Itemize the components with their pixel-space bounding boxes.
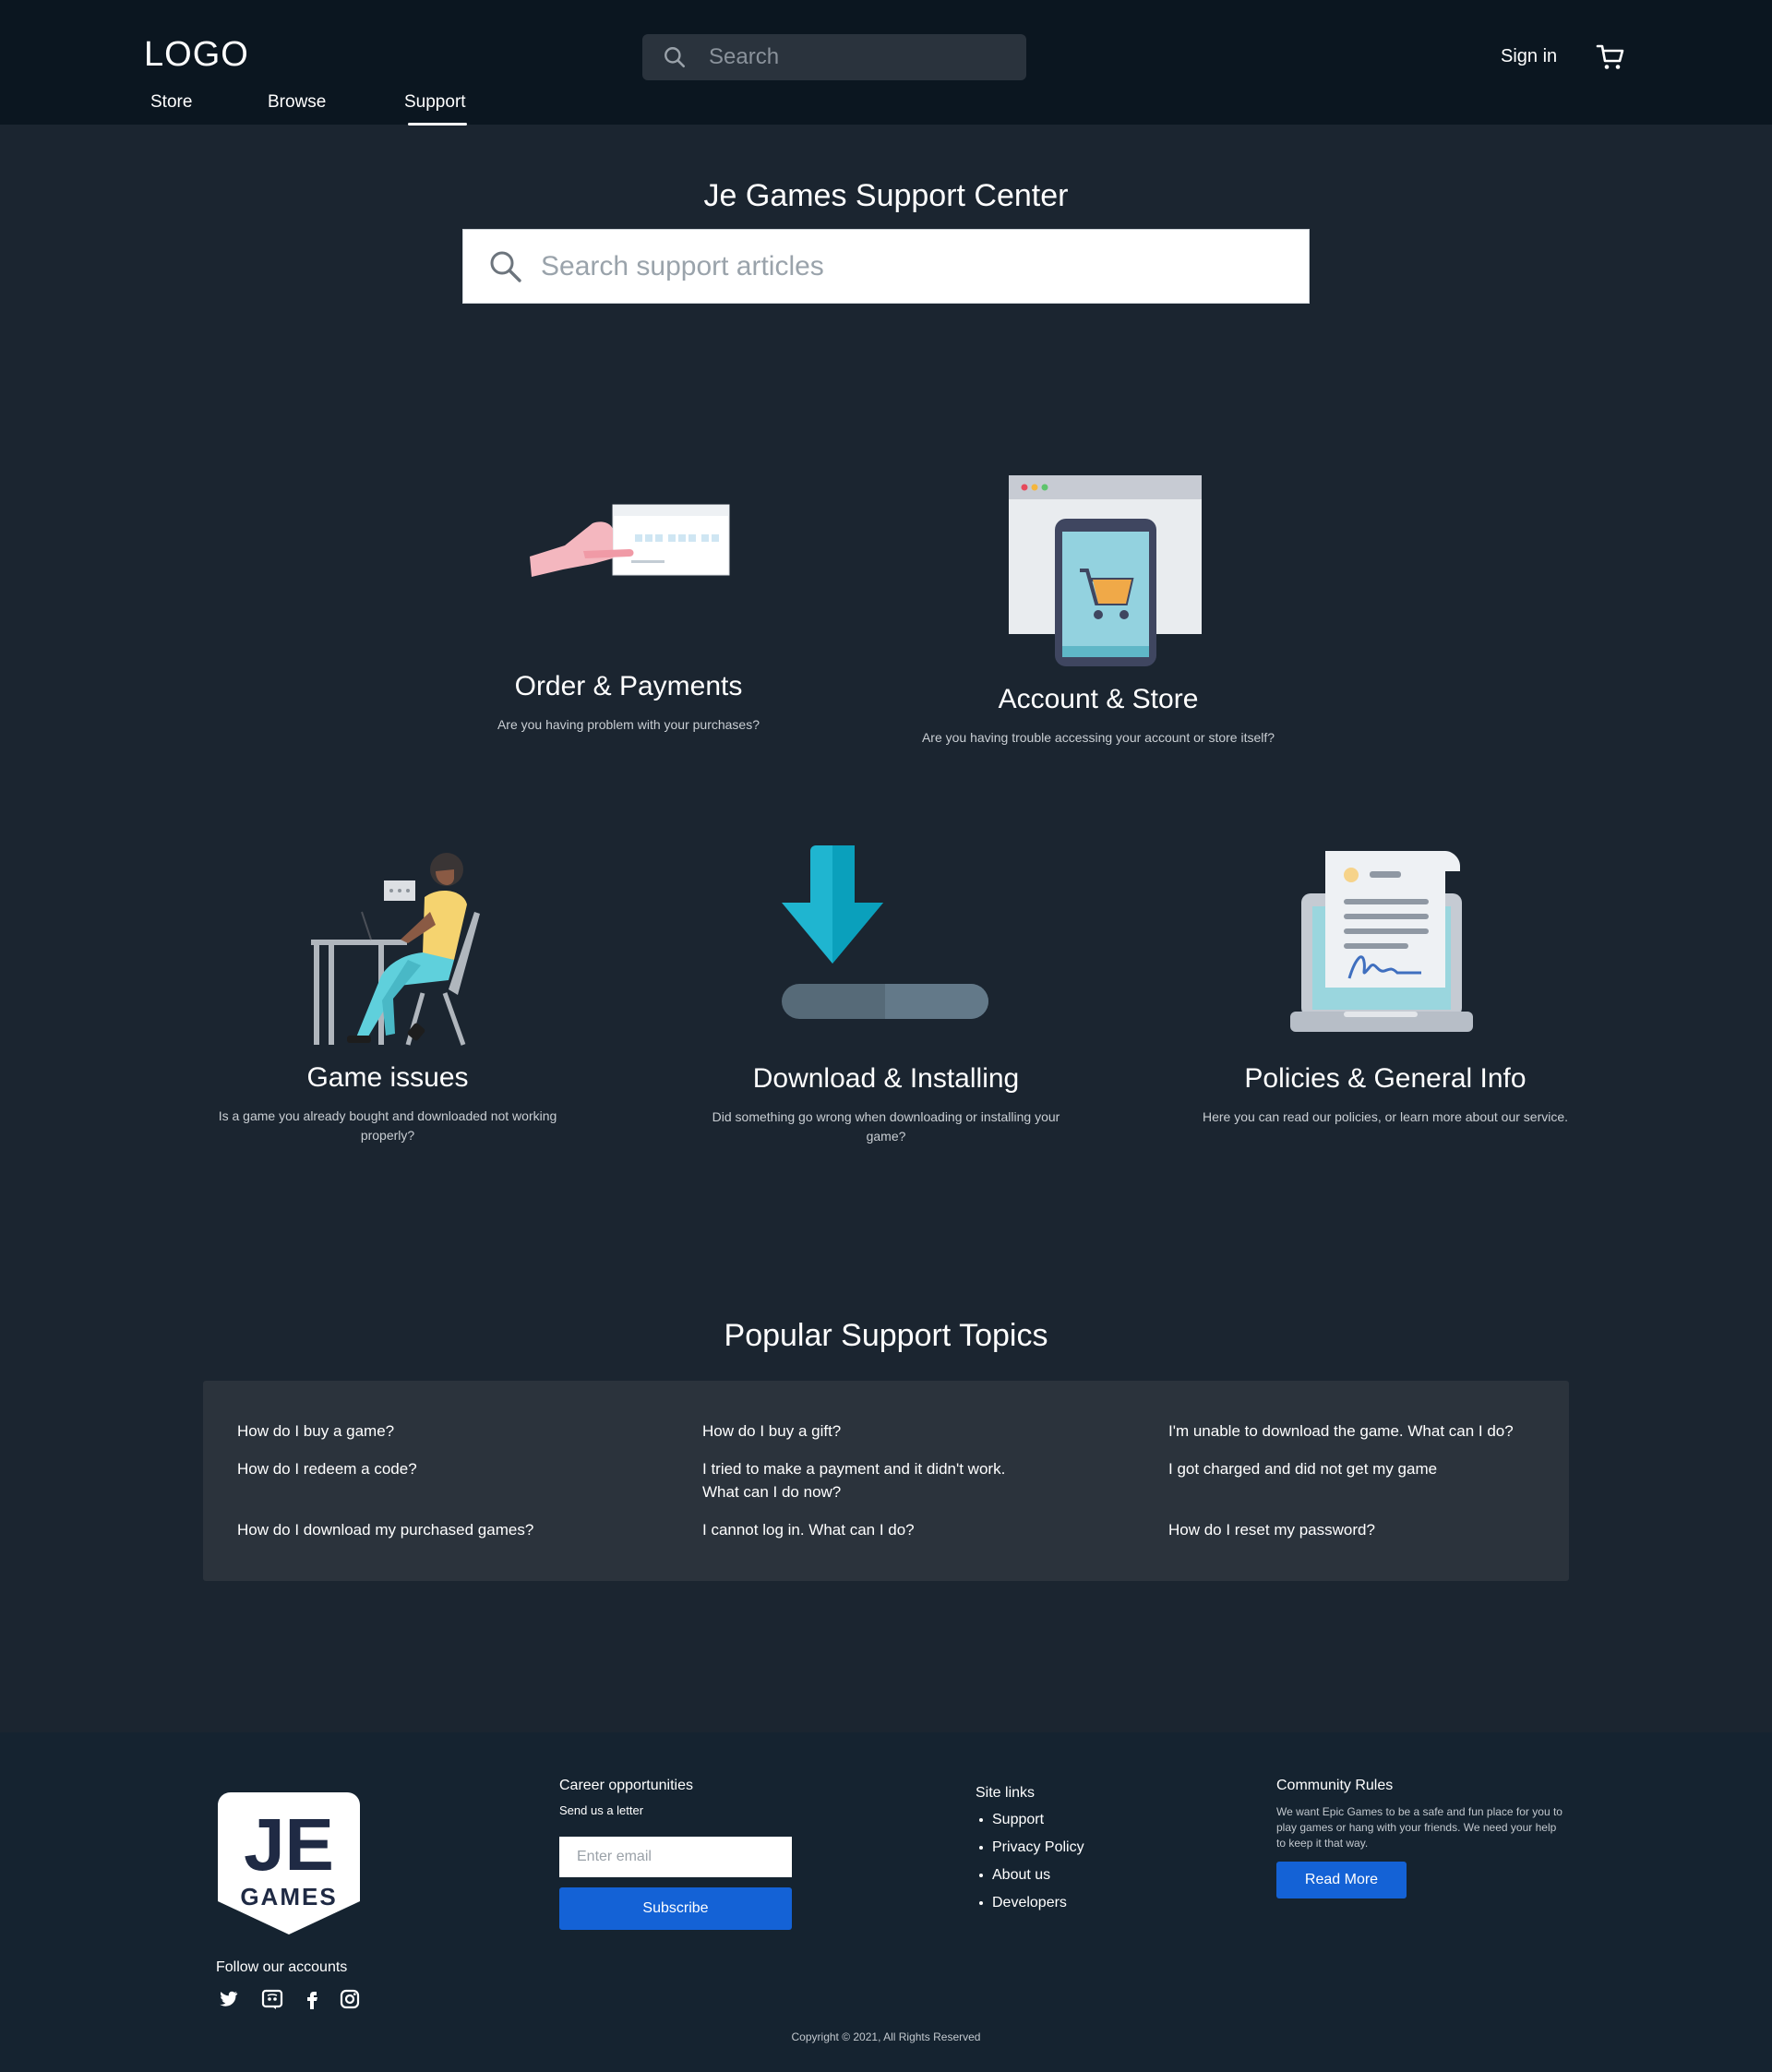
category-title: Account & Store <box>998 684 1199 714</box>
bullet-icon <box>979 1817 983 1822</box>
nav-browse[interactable]: Browse <box>268 92 326 113</box>
career-subtitle: Send us a letter <box>559 1803 644 1817</box>
support-search-bar[interactable] <box>462 229 1310 304</box>
category-desc: Did something go wrong when downloading … <box>712 1109 1060 1144</box>
support-search-input[interactable] <box>541 230 1288 303</box>
topic-link[interactable]: I tried to make a payment and it didn't … <box>702 1457 1007 1503</box>
page-title: Je Games Support Center <box>703 178 1069 213</box>
follow-label: Follow our accounts <box>216 1959 348 1975</box>
footer-link-developers[interactable]: Developers <box>979 1895 1067 1911</box>
topic-link[interactable]: I got charged and did not get my game <box>1168 1457 1556 1480</box>
category-desc: Is a game you already bought and downloa… <box>218 1108 557 1143</box>
category-game-issues[interactable]: Game issues Is a game you already bought… <box>216 1062 559 1145</box>
email-field[interactable] <box>559 1837 792 1877</box>
read-more-button[interactable]: Read More <box>1276 1862 1407 1898</box>
footer-link-label: Developers <box>992 1895 1067 1910</box>
category-title: Download & Installing <box>752 1063 1020 1094</box>
sign-in-link[interactable]: Sign in <box>1501 46 1557 67</box>
topic-link[interactable]: How do I reset my password? <box>1168 1518 1556 1541</box>
phone-store-cart-icon <box>1009 475 1202 666</box>
community-rules-text: We want Epic Games to be a safe and fun … <box>1276 1805 1562 1850</box>
twitter-icon[interactable] <box>217 1988 239 2010</box>
copyright-text: Copyright © 2021, All Rights Reserved <box>791 2030 981 2043</box>
facebook-icon[interactable] <box>301 1988 323 2010</box>
topic-link[interactable]: How do I redeem a code? <box>237 1457 643 1480</box>
footer-link-support[interactable]: Support <box>979 1812 1044 1828</box>
topic-link[interactable]: How do I download my purchased games? <box>237 1518 643 1541</box>
career-title: Career opportunities <box>559 1778 693 1793</box>
category-desc: Here you can read our policies, or learn… <box>1202 1109 1569 1124</box>
payment-card-icon <box>530 504 730 577</box>
category-policies-info[interactable]: Policies & General Info Here you can rea… <box>1201 1063 1570 1127</box>
nav-active-indicator <box>408 123 467 126</box>
nav-store[interactable]: Store <box>150 92 192 113</box>
search-icon <box>490 251 521 282</box>
top-header: LOGO Store Browse Support Sign in <box>0 0 1772 126</box>
category-title: Game issues <box>306 1062 469 1093</box>
community-rules-title: Community Rules <box>1276 1778 1394 1793</box>
person-at-desk-icon <box>311 853 480 1046</box>
footer-link-label: Support <box>992 1812 1045 1827</box>
footer-link-about[interactable]: About us <box>979 1867 1050 1884</box>
je-games-badge[interactable]: JE GAMES <box>216 1791 362 1936</box>
download-arrow-icon <box>782 845 988 1019</box>
category-account-store[interactable]: Account & Store Are you having trouble a… <box>914 684 1283 748</box>
category-desc: Are you having trouble accessing your ac… <box>921 730 1275 745</box>
category-download-installing[interactable]: Download & Installing Did something go w… <box>697 1063 1075 1146</box>
topic-link[interactable]: I'm unable to download the game. What ca… <box>1168 1419 1556 1443</box>
search-icon <box>664 47 686 68</box>
topic-link[interactable]: I cannot log in. What can I do? <box>702 1518 1007 1541</box>
category-title: Order & Payments <box>514 671 743 701</box>
category-order-payments[interactable]: Order & Payments Are you having problem … <box>464 671 793 735</box>
bullet-icon <box>979 1845 983 1850</box>
nav-support[interactable]: Support <box>404 92 466 113</box>
footer-link-privacy[interactable]: Privacy Policy <box>979 1839 1084 1856</box>
category-title: Policies & General Info <box>1244 1063 1527 1094</box>
category-desc: Are you having problem with your purchas… <box>497 717 760 732</box>
footer-link-label: About us <box>992 1867 1051 1883</box>
footer-link-label: Privacy Policy <box>992 1839 1084 1855</box>
discord-icon[interactable] <box>261 1988 283 2010</box>
header-search-bar[interactable] <box>642 34 1026 80</box>
bullet-icon <box>979 1900 983 1905</box>
popular-topics-title: Popular Support Topics <box>724 1318 1048 1353</box>
bullet-icon <box>979 1873 983 1877</box>
document-laptop-icon <box>1290 851 1473 1032</box>
site-links-title: Site links <box>976 1785 1036 1801</box>
subscribe-button[interactable]: Subscribe <box>559 1887 792 1930</box>
badge-je-text: JE <box>244 1803 334 1886</box>
topic-link[interactable]: How do I buy a game? <box>237 1419 643 1443</box>
header-search-input[interactable] <box>709 34 1013 80</box>
topic-link[interactable]: How do I buy a gift? <box>702 1419 1007 1443</box>
badge-games-text: GAMES <box>240 1883 337 1910</box>
instagram-icon[interactable] <box>339 1988 361 2010</box>
site-logo[interactable]: LOGO <box>144 35 249 75</box>
cart-icon[interactable] <box>1596 42 1625 72</box>
